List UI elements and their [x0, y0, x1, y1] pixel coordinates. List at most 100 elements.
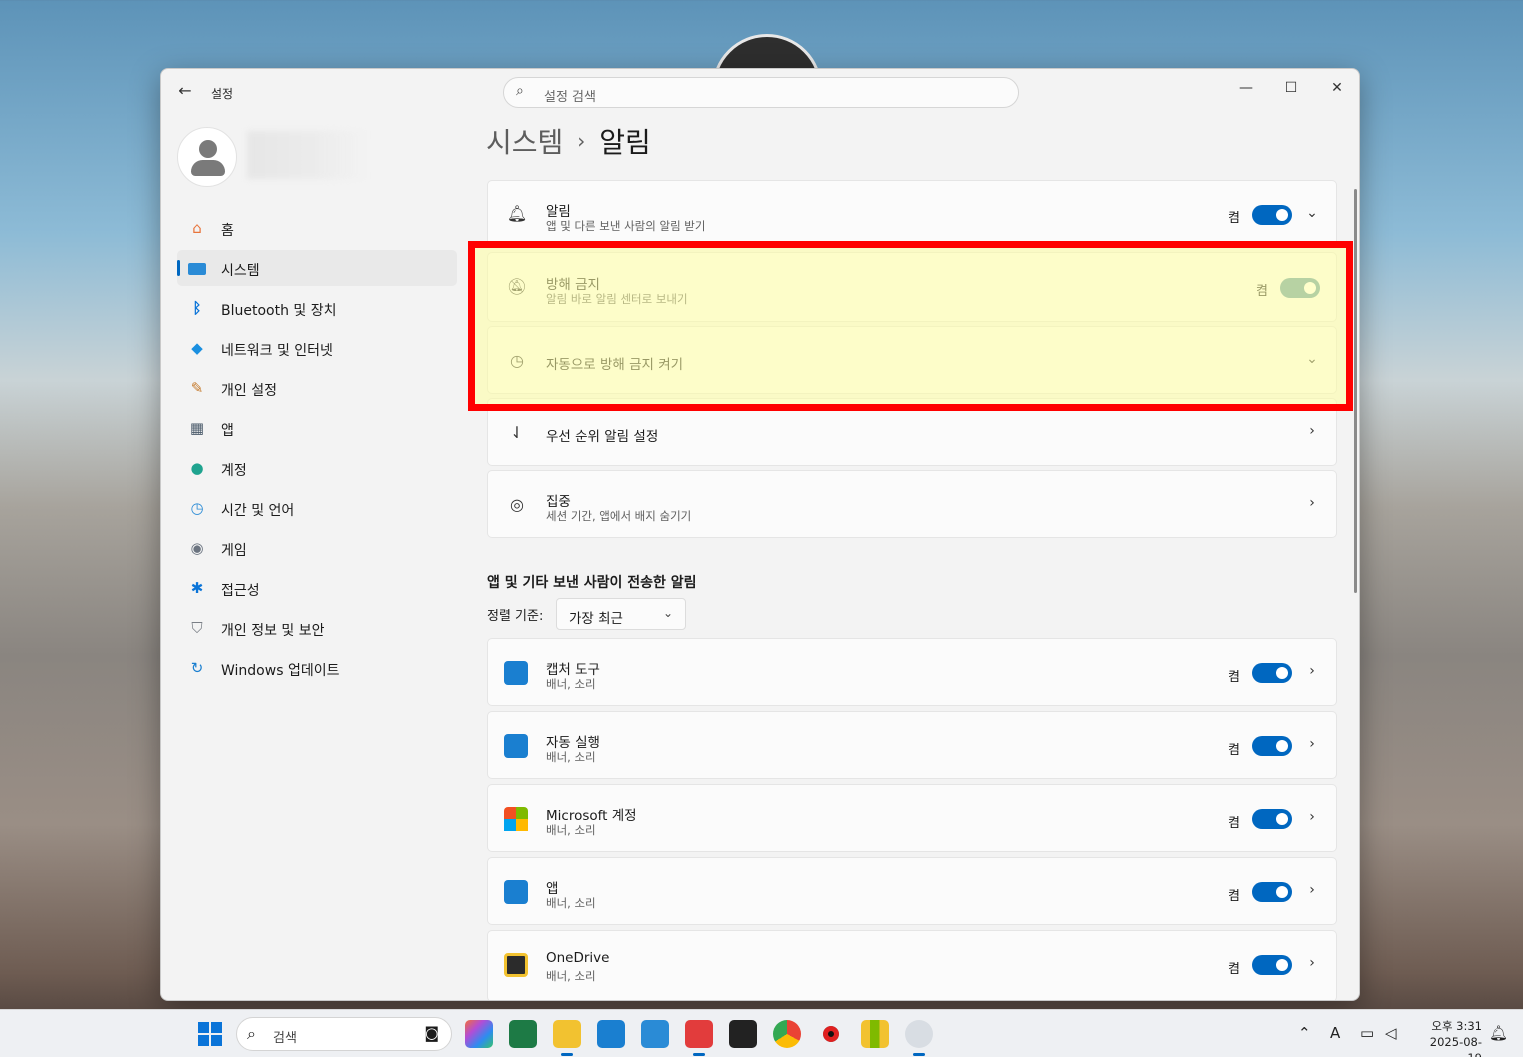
sidebar-item-network[interactable]: ◆ 네트워크 및 인터넷 — [177, 330, 457, 366]
setting-subtitle: 알림 바로 알림 센터로 보내기 — [546, 292, 688, 306]
taskbar-clock[interactable]: 오후 3:31 2025-08-19 — [1418, 1018, 1482, 1057]
copilot-icon[interactable] — [465, 1020, 493, 1048]
app-toggle[interactable] — [1252, 955, 1292, 975]
sidebar-item-home[interactable]: ⌂ 홈 — [177, 210, 457, 246]
priority-notifications-setting[interactable]: ⇃ 우선 순위 알림 설정 › — [487, 398, 1337, 466]
sort-priority-icon: ⇃ — [510, 423, 524, 442]
setting-subtitle: 세션 기간, 앱에서 배지 숨기기 — [546, 509, 692, 523]
sidebar-item-gaming[interactable]: ◉ 게임 — [177, 530, 457, 566]
focus-setting[interactable]: ◎ 집중 세션 기간, 앱에서 배지 숨기기 › — [487, 470, 1337, 538]
sidebar-item-label: 시스템 — [221, 263, 260, 279]
sidebar-item-accounts[interactable]: ● 계정 — [177, 450, 457, 486]
settings-gear-icon[interactable] — [905, 1020, 933, 1056]
file-explorer-icon[interactable] — [553, 1020, 581, 1056]
notification-bell-icon[interactable]: 🔔︎ — [1489, 1024, 1508, 1042]
app-toggle[interactable] — [1252, 736, 1292, 756]
settings-window: ← 설정 ⌕ 설정 검색 — ☐ ✕ ⌂ 홈 시스템 ᛒ Bluetooth 및… — [160, 68, 1360, 1001]
app-detail: 배너, 소리 — [546, 677, 596, 691]
sidebar-item-personalization[interactable]: ✎ 개인 설정 — [177, 370, 457, 406]
settings-search-input[interactable]: ⌕ 설정 검색 — [503, 77, 1019, 108]
app-toggle[interactable] — [1252, 663, 1292, 683]
setting-title: 집중 — [546, 494, 571, 510]
toggle-state-label: 켬 — [1228, 211, 1240, 226]
app-notification-row[interactable]: OneDrive 배너, 소리 켬 › — [487, 930, 1337, 1000]
avatar[interactable] — [177, 127, 237, 187]
clock-time: 오후 3:31 — [1431, 1019, 1482, 1033]
notifications-setting[interactable]: 🔔︎ 알림 앱 및 다른 보낸 사람의 알림 받기 켬 ⌄ — [487, 180, 1337, 248]
chevron-right-icon[interactable]: › — [1304, 423, 1320, 439]
focus-icon: ◎ — [510, 495, 524, 514]
recorder-icon[interactable] — [817, 1020, 845, 1048]
do-not-disturb-setting[interactable]: 🔕︎ 방해 금지 알림 바로 알림 센터로 보내기 켬 — [487, 252, 1337, 322]
chevron-down-icon[interactable]: ⌄ — [1304, 351, 1320, 367]
sidebar-item-accessibility[interactable]: ✱ 접근성 — [177, 570, 457, 606]
chevron-right-icon[interactable]: › — [1304, 736, 1320, 752]
app-notification-row[interactable]: Microsoft 계정 배너, 소리 켬 › — [487, 784, 1337, 852]
toggle-state-label: 켬 — [1256, 284, 1268, 299]
maximize-button[interactable]: ☐ — [1268, 73, 1314, 103]
sidebar-item-label: 게임 — [221, 543, 247, 559]
sidebar-item-time-language[interactable]: ◷ 시간 및 언어 — [177, 490, 457, 526]
sort-value: 가장 최근 — [569, 611, 623, 627]
search-placeholder: 설정 검색 — [544, 90, 596, 105]
sidebar-item-privacy[interactable]: ⛉ 개인 정보 및 보안 — [177, 610, 457, 646]
network-tool-icon[interactable] — [641, 1020, 669, 1048]
app-notification-row[interactable]: 캡처 도구 배너, 소리 켬 › — [487, 638, 1337, 706]
toggle-state-label: 켬 — [1228, 743, 1240, 758]
page-title: 시스템 › 알림 — [486, 121, 651, 161]
breadcrumb-separator: › — [577, 129, 586, 153]
sidebar-item-system[interactable]: 시스템 — [177, 250, 457, 286]
notepad-icon[interactable] — [597, 1020, 625, 1048]
capture-app-icon[interactable] — [729, 1020, 757, 1048]
windows-start-icon[interactable] — [198, 1022, 222, 1046]
notifications-toggle[interactable] — [1252, 205, 1292, 225]
sidebar-item-bluetooth[interactable]: ᛒ Bluetooth 및 장치 — [177, 290, 457, 326]
volume-icon[interactable]: ◁ — [1385, 1024, 1397, 1042]
scrollbar[interactable] — [1354, 189, 1357, 593]
app-notification-row[interactable]: 앱 배너, 소리 켬 › — [487, 857, 1337, 925]
app-toggle[interactable] — [1252, 882, 1292, 902]
toggle-state-label: 켬 — [1228, 670, 1240, 685]
sort-dropdown[interactable]: 가장 최근 ⌄ — [556, 598, 686, 630]
excel-icon[interactable] — [509, 1020, 537, 1048]
chevron-down-icon[interactable]: ⌄ — [1304, 205, 1320, 221]
sidebar-item-label: Windows 업데이트 — [221, 663, 340, 679]
sidebar-item-apps[interactable]: ▦ 앱 — [177, 410, 457, 446]
auto-do-not-disturb-setting[interactable]: ◷ 자동으로 방해 금지 켜기 ⌄ — [487, 326, 1337, 394]
setting-title: 방해 금지 — [546, 277, 600, 293]
chevron-right-icon[interactable]: › — [1304, 809, 1320, 825]
input-indicator[interactable]: A — [1330, 1024, 1340, 1042]
back-arrow-icon[interactable]: ← — [175, 81, 195, 101]
wifi-icon: ◆ — [191, 339, 203, 357]
onedrive-icon — [504, 953, 528, 977]
chevron-up-icon[interactable]: ⌃ — [1298, 1024, 1311, 1042]
apps-section-title: 앱 및 기타 보낸 사람이 전송한 알림 — [487, 575, 697, 591]
chevron-right-icon[interactable]: › — [1304, 955, 1320, 971]
title-bar: ← 설정 ⌕ 설정 검색 — ☐ ✕ — [161, 69, 1359, 117]
maps-app-icon[interactable] — [861, 1020, 889, 1048]
update-icon: ↻ — [190, 659, 204, 677]
breadcrumb-parent[interactable]: 시스템 — [486, 126, 563, 159]
minimize-button[interactable]: — — [1223, 73, 1269, 103]
do-not-disturb-toggle[interactable] — [1280, 278, 1320, 298]
system-icon — [187, 258, 207, 278]
autoplay-icon — [504, 734, 528, 758]
chevron-right-icon[interactable]: › — [1304, 882, 1320, 898]
sidebar-item-windows-update[interactable]: ↻ Windows 업데이트 — [177, 650, 457, 686]
network-monitor-icon[interactable]: ▭ — [1360, 1024, 1374, 1042]
app-name: OneDrive — [546, 950, 610, 966]
taskbar-search-input[interactable]: ⌕ 검색 ◙ — [236, 1017, 452, 1051]
snipping-tool-taskbar-icon[interactable] — [685, 1020, 713, 1056]
chrome-icon[interactable] — [773, 1020, 801, 1048]
taskbar-search-placeholder: 검색 — [273, 1031, 297, 1046]
chevron-down-icon: ⌄ — [662, 606, 673, 620]
app-detail: 배너, 소리 — [546, 896, 596, 910]
app-toggle[interactable] — [1252, 809, 1292, 829]
app-notification-row[interactable]: 자동 실행 배너, 소리 켬 › — [487, 711, 1337, 779]
chevron-right-icon[interactable]: › — [1304, 495, 1320, 511]
taskbar: ⌕ 검색 ◙ ⌃ A ▭ ◁ 오후 3:31 2025-08-19 🔔︎ — [0, 1009, 1523, 1057]
close-button[interactable]: ✕ — [1314, 73, 1359, 103]
chevron-right-icon[interactable]: › — [1304, 663, 1320, 679]
gamepad-icon: ◉ — [190, 539, 204, 557]
snipping-tool-icon — [504, 661, 528, 685]
